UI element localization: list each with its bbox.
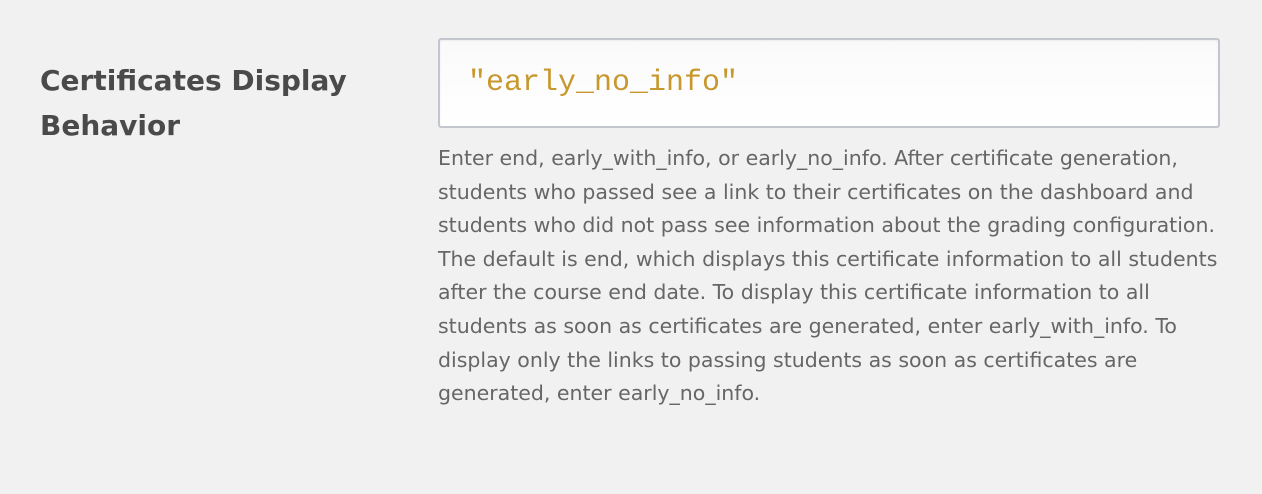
- setting-label: Certificates Display Behavior: [40, 64, 347, 142]
- advanced-setting-row: Certificates Display Behavior "early_no_…: [0, 0, 1262, 494]
- setting-value-text: "early_no_info": [468, 66, 739, 100]
- setting-value-editor[interactable]: "early_no_info": [438, 38, 1220, 128]
- setting-field: "early_no_info" Enter end, early_with_in…: [438, 38, 1220, 411]
- setting-help-text: Enter end, early_with_info, or early_no_…: [438, 146, 1218, 406]
